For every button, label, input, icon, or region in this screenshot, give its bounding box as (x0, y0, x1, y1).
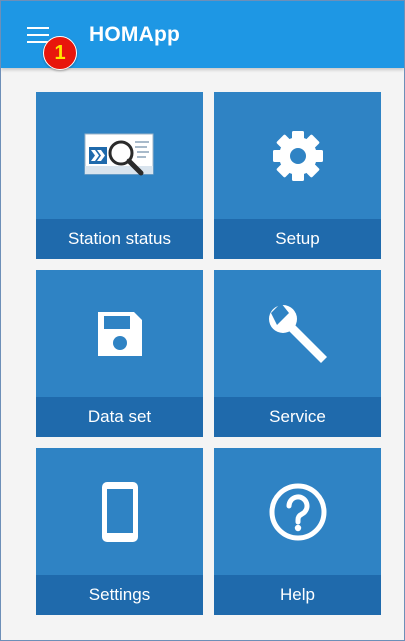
tile-label: Help (214, 575, 381, 615)
tile-label: Service (214, 397, 381, 437)
tile-station-status[interactable]: Station status (36, 92, 203, 259)
hamburger-menu-icon[interactable] (27, 27, 49, 43)
tile-label: Station status (36, 219, 203, 259)
tile-setup[interactable]: Setup (214, 92, 381, 259)
floppy-disk-icon (97, 311, 142, 356)
smartphone-icon (101, 481, 138, 542)
app-title: HOMApp (89, 23, 181, 46)
tile-label: Setup (214, 219, 381, 259)
station-status-icon (84, 133, 153, 175)
wrench-icon (268, 302, 327, 363)
tile-service[interactable]: Service (214, 270, 381, 437)
tile-help[interactable]: Help (214, 448, 381, 615)
tile-data-set[interactable]: Data set (36, 270, 203, 437)
app-window: HOMApp 1 Station status Setup Data set S… (0, 0, 405, 641)
tile-settings[interactable]: Settings (36, 448, 203, 615)
callout-badge: 1 (43, 36, 77, 70)
gear-icon (272, 130, 323, 181)
tile-label: Data set (36, 397, 203, 437)
tile-label: Settings (36, 575, 203, 615)
question-circle-icon (269, 483, 326, 540)
